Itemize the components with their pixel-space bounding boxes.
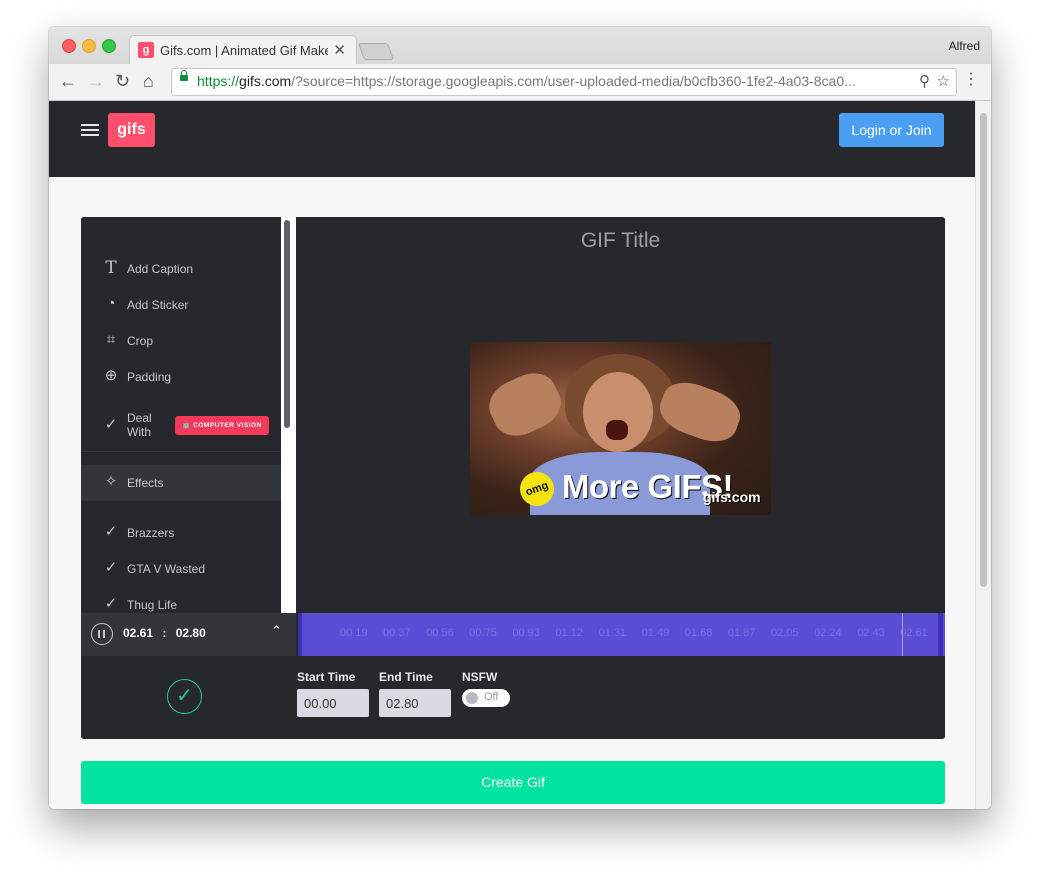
url-scheme: https:// [197,73,240,89]
page-scrollbar[interactable] [975,101,991,809]
back-icon[interactable]: ← [59,70,77,92]
text-icon: T [105,258,117,278]
timeline-tick: 02.05 [771,627,799,639]
favicon-icon: g [138,42,154,58]
check-icon: ✓ [104,559,118,576]
effects-header[interactable]: ✧ Effects [81,465,281,501]
page-content: gifs Login or Join T Add Caption ◔ Add S… [49,101,976,809]
sidebar-divider [81,451,281,452]
timeline-tick: 00.56 [426,627,454,639]
browser-menu-icon[interactable]: ⋮ [963,70,979,90]
site-header: gifs Login or Join [49,101,976,177]
check-icon: ✓ [104,416,118,433]
timeline-tick: 01.12 [555,627,584,639]
minimize-window-button[interactable] [82,39,96,53]
tab-title: Gifs.com | Animated Gif Maker [160,43,328,58]
player-bar: 02.61 : 02.80 ⌃ [81,613,296,656]
start-time-input[interactable] [297,689,369,717]
browser-toolbar: ← → ↻ ⌂ https://gifs.com/?source=https:/… [49,64,991,101]
add-caption-label: Add Caption [127,262,194,276]
nsfw-state: Off [484,691,499,703]
deal-with-label: Deal With [127,411,152,439]
toggle-knob [466,692,478,704]
time-separator: : [162,626,167,640]
zoom-icon[interactable]: ⚲ [919,72,930,90]
total-time: 02.80 [175,626,206,640]
effect-label: Thug Life [127,598,178,612]
timeline-end-handle[interactable] [938,613,943,656]
browser-window: g Gifs.com | Animated Gif Maker ✕ Alfred… [49,27,991,809]
timeline-tick: 00.19 [340,627,368,639]
timeline-tick: 01.87 [727,627,756,639]
timeline[interactable]: 00.19 00.37 00.56 00.75 00.93 01.12 01.31 01.49… [298,613,945,656]
browser-tab[interactable]: g Gifs.com | Animated Gif Maker ✕ [129,35,357,65]
nsfw-label: NSFW [462,670,498,684]
confirm-check-icon[interactable]: ✓ [167,679,202,714]
tools-sidebar: T Add Caption ◔ Add Sticker ⌗ Crop ⊕ Pad… [81,217,281,613]
padding-label: Padding [127,370,172,384]
tab-close-icon[interactable]: ✕ [333,41,346,59]
crop-icon: ⌗ [106,331,116,348]
magic-wand-icon: ✧ [104,473,118,490]
timeline-tick: 02.24 [814,627,842,639]
preview-stage: GIF Title omg More GIFS! gifs.com [296,217,945,613]
trim-controls: ✓ Start Time End Time NSFW Off [81,656,945,739]
timeline-tick: 00.93 [512,627,540,639]
gifs-logo[interactable]: gifs [108,113,155,147]
timeline-tick: 02.43 [857,627,885,639]
gifs-watermark: gifs.com [703,489,761,505]
gif-title[interactable]: GIF Title [296,229,945,253]
crop-label: Crop [127,334,154,348]
url-host: gifs.com [239,73,292,89]
timeline-tick: 00.75 [469,627,497,639]
close-window-button[interactable] [62,39,76,53]
gif-preview[interactable]: omg More GIFS! gifs.com [470,342,771,515]
reload-icon[interactable]: ↻ [115,70,130,92]
computer-vision-badge: 🤖 COMPUTER VISION [175,416,269,435]
start-time-label: Start Time [297,670,356,684]
timeline-tick: 02.61 [900,627,928,639]
forward-icon[interactable]: → [87,70,105,92]
effect-label: GTA V Wasted [127,562,206,576]
check-icon: ✓ [104,595,118,612]
effects-label: Effects [127,476,164,490]
time-readout: 02.61 : 02.80 [123,626,206,640]
effect-label: Brazzers [127,526,175,540]
pause-icon[interactable] [91,623,113,645]
sticker-icon: ◔ [106,295,116,312]
plus-circle-icon: ⊕ [104,367,118,384]
address-bar[interactable]: https://gifs.com/?source=https://storage… [171,68,957,96]
chevron-up-icon[interactable]: ⌃ [271,623,282,639]
new-tab-button[interactable] [357,43,395,60]
timeline-tick: 01.68 [684,627,713,639]
end-time-input[interactable] [379,689,451,717]
current-time: 02.61 [123,626,154,640]
add-sticker-label: Add Sticker [127,298,189,312]
timeline-start-handle[interactable] [298,613,302,656]
lock-icon [180,70,188,81]
timeline-tick: 01.31 [598,627,627,639]
gif-editor: T Add Caption ◔ Add Sticker ⌗ Crop ⊕ Pad… [81,217,945,739]
end-time-label: End Time [379,670,433,684]
url-text[interactable]: https://gifs.com/?source=https://storage… [197,73,907,89]
profile-name[interactable]: Alfred [949,39,980,53]
home-icon[interactable]: ⌂ [143,70,154,92]
login-button[interactable]: Login or Join [839,113,944,147]
timeline-tick: 01.49 [641,627,670,639]
nsfw-toggle[interactable]: Off [462,689,510,707]
hamburger-menu-icon[interactable] [81,124,99,136]
create-gif-button[interactable]: Create Gif [81,761,945,804]
sidebar-scrollbar[interactable] [284,220,290,428]
tab-strip: g Gifs.com | Animated Gif Maker ✕ Alfred [49,27,991,65]
star-icon[interactable]: ☆ [937,72,950,90]
check-icon: ✓ [104,523,118,540]
timeline-tick: 00.37 [383,627,411,639]
url-path: /?source=https://storage.googleapis.com/… [291,73,856,89]
maximize-window-button[interactable] [102,39,116,53]
page-scrollbar-thumb[interactable] [980,113,987,587]
